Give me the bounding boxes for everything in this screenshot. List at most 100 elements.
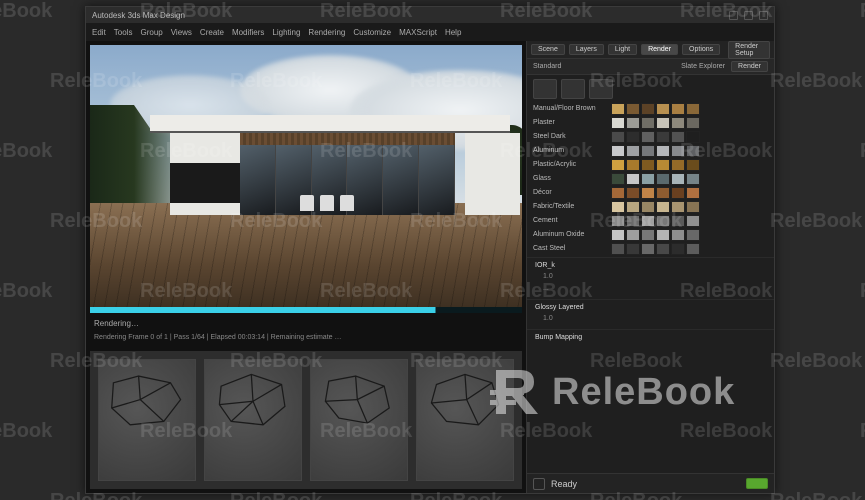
material-swatch[interactable] [656,187,670,199]
material-row-label[interactable]: Aluminum [527,145,611,159]
material-swatch[interactable] [641,201,655,213]
material-swatch[interactable] [671,173,685,185]
material-row-label[interactable]: Aluminum Oxide [527,229,611,243]
material-swatch[interactable] [671,131,685,143]
material-swatch[interactable] [626,103,640,115]
material-swatch[interactable] [686,243,700,255]
apply-button[interactable] [746,478,768,489]
tab-light[interactable]: Light [608,44,637,55]
material-swatch[interactable] [641,103,655,115]
param-group-header[interactable]: Bump Mapping [535,334,766,341]
material-swatch[interactable] [656,131,670,143]
maximize-button[interactable] [744,11,753,20]
thumbnail[interactable] [310,359,408,481]
camera-icon[interactable] [533,478,545,490]
material-swatch[interactable] [671,215,685,227]
material-swatch[interactable] [656,229,670,241]
menu-item[interactable]: Customize [353,28,391,37]
material-swatch[interactable] [686,159,700,171]
thumbnail[interactable] [98,359,196,481]
material-swatch[interactable] [686,201,700,213]
minimize-button[interactable] [729,11,738,20]
material-swatch[interactable] [656,159,670,171]
material-swatch[interactable] [686,145,700,157]
material-row-label[interactable]: Plaster [527,117,611,131]
material-swatch[interactable] [671,117,685,129]
material-swatch[interactable] [671,201,685,213]
material-swatch[interactable] [611,187,625,199]
material-swatch[interactable] [611,173,625,185]
material-swatch[interactable] [641,159,655,171]
material-swatch[interactable] [656,201,670,213]
material-swatch[interactable] [626,243,640,255]
material-swatch[interactable] [611,215,625,227]
render-setup-button[interactable]: Render Setup [728,41,770,59]
material-swatch[interactable] [671,229,685,241]
material-swatch[interactable] [626,201,640,213]
param-group-header[interactable]: Glossy Layered [535,304,766,311]
material-swatch[interactable] [611,117,625,129]
material-row-label[interactable]: Cast Steel [527,243,611,257]
menu-item[interactable]: Edit [92,28,106,37]
material-row-label[interactable]: Steel Dark [527,131,611,145]
menu-item[interactable]: MAXScript [399,28,437,37]
material-swatch[interactable] [671,159,685,171]
material-row-label[interactable]: Plastic/Acrylic [527,159,611,173]
material-swatch[interactable] [686,173,700,185]
material-swatch[interactable] [686,215,700,227]
material-swatch[interactable] [611,131,625,143]
material-row-label[interactable]: Cement [527,215,611,229]
render-viewport[interactable] [90,45,522,313]
material-row-label[interactable]: Fabric/Textile [527,201,611,215]
material-swatch[interactable] [686,117,700,129]
material-swatch[interactable] [686,187,700,199]
material-swatch[interactable] [611,145,625,157]
material-swatch[interactable] [641,173,655,185]
close-button[interactable] [759,11,768,20]
material-preview-tile[interactable] [561,79,585,99]
material-swatch[interactable] [686,103,700,115]
material-swatch[interactable] [656,117,670,129]
render-button[interactable]: Render [731,61,768,72]
material-swatch[interactable] [656,173,670,185]
material-swatch[interactable] [671,103,685,115]
material-swatch[interactable] [656,243,670,255]
material-swatch[interactable] [641,187,655,199]
material-swatch[interactable] [626,173,640,185]
thumbnail[interactable] [416,359,514,481]
tab-render[interactable]: Render [641,44,678,55]
material-row-label[interactable]: Décor [527,187,611,201]
material-swatch[interactable] [686,229,700,241]
material-swatch[interactable] [641,131,655,143]
material-swatch[interactable] [626,187,640,199]
material-swatch[interactable] [626,229,640,241]
tab-layers[interactable]: Layers [569,44,604,55]
material-row-label[interactable]: Glass [527,173,611,187]
material-swatch[interactable] [641,145,655,157]
material-swatch[interactable] [626,117,640,129]
material-swatch[interactable] [641,243,655,255]
param-value[interactable]: ... [543,283,766,295]
material-swatch[interactable] [656,103,670,115]
material-swatch[interactable] [641,215,655,227]
titlebar[interactable]: Autodesk 3ds Max Design [86,7,774,23]
material-preview-tile[interactable] [589,79,613,99]
menu-item[interactable]: Tools [114,28,133,37]
tab-scene[interactable]: Scene [531,44,565,55]
material-row-label[interactable]: Manual/Floor Brown [527,103,611,117]
material-swatch[interactable] [671,187,685,199]
material-swatch[interactable] [641,117,655,129]
material-swatch[interactable] [611,229,625,241]
material-swatch[interactable] [611,201,625,213]
material-swatch[interactable] [656,145,670,157]
menu-item[interactable]: Help [445,28,461,37]
material-swatch[interactable] [671,145,685,157]
menu-item[interactable]: Create [200,28,224,37]
material-swatch[interactable] [611,159,625,171]
thumbnail[interactable] [204,359,302,481]
material-swatch[interactable] [611,243,625,255]
material-swatch[interactable] [686,131,700,143]
param-value[interactable]: 1.0 [543,313,766,325]
material-swatch[interactable] [671,243,685,255]
param-value[interactable]: 1.0 [543,271,766,283]
